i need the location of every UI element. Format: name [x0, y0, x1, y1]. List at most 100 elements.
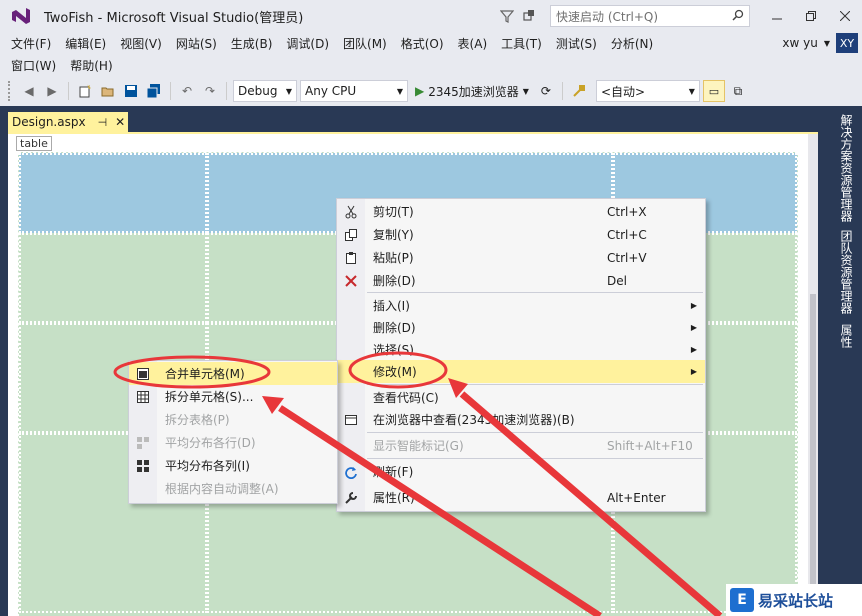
menu-item[interactable]: 调试(D)	[279, 35, 336, 52]
solution-config-value: Debug	[238, 84, 278, 98]
menu-item[interactable]: 选择(S) ▶	[337, 338, 705, 361]
toolbar-separator	[561, 82, 563, 100]
save-all-icon[interactable]	[144, 81, 164, 101]
side-tool-windows: 解决方案资源管理器 团队资源管理器 属性	[832, 110, 862, 616]
search-icon	[732, 9, 744, 24]
solution-explorer-tab[interactable]: 解决方案资源管理器	[838, 114, 855, 222]
toolbar-grip[interactable]	[8, 81, 12, 101]
menu-item[interactable]: 网站(S)	[169, 35, 224, 52]
properties-tab[interactable]: 属性	[838, 324, 855, 348]
restore-button[interactable]	[794, 0, 828, 32]
save-icon[interactable]	[121, 81, 141, 101]
undo-icon[interactable]: ↶	[177, 81, 197, 101]
menu-item[interactable]: 拆分单元格(S)...	[129, 385, 337, 408]
title-bar: TwoFish - Microsoft Visual Studio(管理员) 快…	[0, 0, 862, 32]
menu-item[interactable]: 粘贴(P) Ctrl+V	[337, 246, 705, 269]
visual-studio-logo-icon	[8, 3, 34, 29]
menu-item-label: 复制(Y)	[373, 228, 414, 242]
chevron-down-icon: ▼	[823, 38, 830, 48]
solution-platform-select[interactable]: Any CPU ▼	[300, 80, 408, 102]
menu-item[interactable]: 帮助(H)	[63, 57, 119, 74]
menu-item[interactable]: 合并单元格(M)	[129, 362, 337, 385]
minimize-button[interactable]	[760, 0, 794, 32]
navigate-forward-icon[interactable]: ▶	[42, 81, 62, 101]
scrollbar-thumb[interactable]	[810, 294, 816, 594]
modify-submenu: 合并单元格(M) 拆分单元格(S)... 拆分表格(P) 平均分布各行(D) 平均分布各…	[128, 360, 338, 504]
menu-item[interactable]: 删除(D) Del	[337, 269, 705, 292]
menu-item[interactable]: 在浏览器中查看(2345加速浏览器)(B)	[337, 408, 705, 431]
menu-item[interactable]: 剪切(T) Ctrl+X	[337, 200, 705, 223]
document-tab-design-aspx[interactable]: Design.aspx ⊣ ✕	[8, 112, 128, 132]
menu-item[interactable]: 分析(N)	[604, 35, 660, 52]
menu-item[interactable]: 生成(B)	[224, 35, 280, 52]
table-cell[interactable]	[19, 153, 207, 233]
target-schema-select[interactable]: <自动> ▼	[595, 80, 700, 102]
menu-item-label: 删除(D)	[373, 321, 416, 335]
menu-item[interactable]: 窗口(W)	[4, 57, 63, 74]
delete-x-icon	[343, 273, 359, 289]
menu-item[interactable]: 视图(V)	[113, 35, 169, 52]
menu-separator	[367, 292, 703, 293]
menu-item-label: 删除(D)	[373, 274, 416, 288]
menu-item[interactable]: 查看代码(C)	[337, 386, 705, 409]
menu-item[interactable]: 测试(S)	[549, 35, 604, 52]
close-icon[interactable]: ✕	[115, 115, 125, 129]
user-account[interactable]: xw yu ▼ XY	[782, 32, 858, 54]
open-file-icon[interactable]	[98, 81, 118, 101]
menu-item-shortcut: Shift+Alt+F10	[607, 438, 693, 453]
pin-icon[interactable]: ⊣	[98, 116, 108, 129]
split-view-icon[interactable]: ⧉	[728, 81, 748, 101]
team-explorer-tab[interactable]: 团队资源管理器	[838, 230, 855, 314]
menu-item[interactable]: 团队(M)	[336, 35, 394, 52]
refresh-icon	[343, 464, 359, 480]
user-name: xw yu	[782, 36, 818, 50]
menu-item[interactable]: 编辑(E)	[58, 35, 113, 52]
menu-item-label: 剪切(T)	[373, 205, 414, 219]
submenu-arrow-icon: ▶	[690, 345, 697, 354]
menu-item[interactable]: 表(A)	[451, 35, 495, 52]
menu-item-label: 显示智能标记(G)	[373, 439, 464, 453]
menu-item[interactable]: 工具(T)	[494, 35, 549, 52]
menu-item-shortcut: Ctrl+V	[607, 250, 647, 265]
copy-icon	[343, 227, 359, 243]
menu-item[interactable]: 平均分布各列(I)	[129, 454, 337, 477]
menu-item: 根据内容自动调整(A)	[129, 477, 337, 500]
navigate-back-icon[interactable]: ◀	[19, 81, 39, 101]
new-project-icon[interactable]	[75, 81, 95, 101]
refresh-browser-icon[interactable]: ⟳	[536, 81, 556, 101]
feedback-icon[interactable]	[518, 5, 540, 27]
target-schema-value: <自动>	[600, 84, 646, 99]
context-menu: 剪切(T) Ctrl+X 复制(Y) Ctrl+C 粘贴(P) Ctrl+V 删除(D) De…	[336, 198, 706, 512]
chevron-down-icon: ▼	[285, 86, 292, 96]
menu-row-primary: 文件(F) 编辑(E) 视图(V) 网站(S) 生成(B) 调试(D) 团队(M) 格式(O)…	[0, 32, 862, 54]
menu-item[interactable]: 删除(D) ▶	[337, 316, 705, 339]
redo-icon[interactable]: ↷	[200, 81, 220, 101]
toolbar-separator	[68, 82, 69, 100]
menu-separator	[367, 384, 703, 385]
menu-item[interactable]: 文件(F)	[4, 35, 58, 52]
design-view-toggle-icon[interactable]: ▭	[702, 80, 725, 102]
document-tab-label: Design.aspx	[12, 115, 86, 129]
table-cell[interactable]	[19, 233, 207, 323]
distribute-cols-icon	[135, 458, 151, 474]
distribute-rows-icon	[135, 435, 151, 451]
menu-item[interactable]: 格式(O)	[394, 35, 451, 52]
menu-item-shortcut: Del	[607, 273, 627, 288]
vertical-scrollbar[interactable]	[808, 134, 818, 616]
menu-item[interactable]: 复制(Y) Ctrl+C	[337, 223, 705, 246]
menu-item: 拆分表格(P)	[129, 408, 337, 431]
close-window-button[interactable]	[828, 0, 862, 32]
filter-icon[interactable]	[496, 5, 518, 27]
solution-platform-value: Any CPU	[305, 84, 357, 98]
menu-item[interactable]: 刷新(F)	[337, 460, 705, 483]
start-debugging-button[interactable]: ▶ 2345加速浏览器 ▼	[411, 83, 533, 100]
browser-link-icon[interactable]	[569, 81, 589, 101]
avatar[interactable]: XY	[836, 33, 858, 53]
wrench-icon	[343, 490, 359, 506]
quick-launch-input[interactable]: 快速启动 (Ctrl+Q)	[550, 5, 750, 27]
menu-item[interactable]: 修改(M) ▶	[337, 360, 705, 383]
tag-breadcrumb[interactable]: table	[16, 136, 52, 151]
menu-item[interactable]: 插入(I) ▶	[337, 294, 705, 317]
solution-config-select[interactable]: Debug ▼	[233, 80, 297, 102]
menu-item[interactable]: 属性(R) Alt+Enter	[337, 486, 705, 509]
